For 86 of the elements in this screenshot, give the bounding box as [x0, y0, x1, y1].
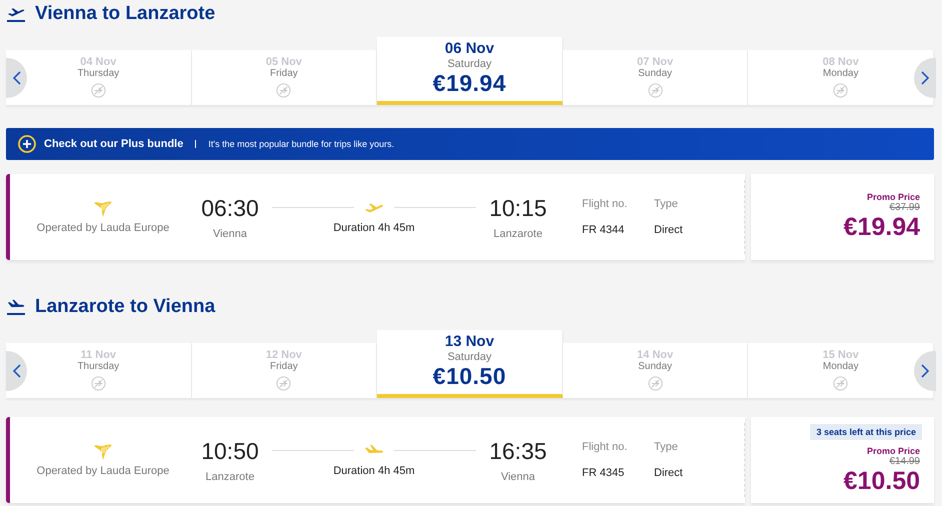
date-tab[interactable]: 15 Nov Monday [748, 343, 934, 398]
plane-icon [364, 200, 384, 214]
flight-price: €10.50 [844, 467, 920, 496]
banner-text: It's the most popular bundle for trips like yours. [208, 139, 394, 149]
no-flight-icon [90, 83, 106, 98]
price-panel[interactable]: Promo Price €37.99 €19.94 [751, 174, 934, 260]
seats-left-badge: 3 seats left at this price [810, 424, 922, 440]
date-tab[interactable]: 08 Nov Monday [748, 50, 934, 105]
no-flight-icon [833, 376, 848, 391]
no-flight-icon [90, 376, 106, 391]
fare-price: €10.50 [432, 363, 506, 390]
flight-price: €19.94 [844, 213, 920, 242]
harp-logo-icon [93, 443, 113, 461]
promo-label: Promo Price [866, 446, 920, 456]
weekday-label: Thursday [77, 361, 120, 372]
arrival-city: Vienna [500, 470, 536, 482]
no-flight-icon [276, 83, 292, 98]
date-tab[interactable]: 07 Nov Sunday [562, 50, 748, 105]
operator-label: Operated by Lauda Europe [36, 222, 170, 234]
chevron-left-icon [12, 71, 20, 85]
promo-label: Promo Price [866, 192, 920, 202]
arrival-time: 10:15 [489, 194, 547, 222]
date-label: 05 Nov [266, 56, 302, 68]
fare-price: €19.94 [432, 70, 506, 97]
flight-number: FR 4344 [582, 224, 626, 236]
departure-time: 06:30 [201, 194, 259, 222]
flight-number-label: Flight no. [582, 198, 628, 210]
weekday-label: Friday [270, 68, 298, 79]
weekday-label: Sunday [638, 361, 672, 372]
bundle-banner[interactable]: Check out our Plus bundle It's the most popular bundle for trips like yours. [6, 128, 934, 160]
old-price: €14.99 [889, 456, 920, 467]
date-tab[interactable]: 05 Nov Friday [192, 50, 378, 105]
weekday-label: Sunday [638, 68, 672, 79]
departure-city: Lanzarote [206, 470, 254, 482]
duration-label: Duration 4h 45m [333, 222, 415, 234]
date-tab[interactable]: 06 Nov Saturday €19.94 [377, 37, 563, 105]
date-label: 07 Nov [637, 56, 674, 68]
no-flight-icon [276, 376, 292, 391]
date-label: 11 Nov [80, 349, 116, 361]
flight-type: Direct [654, 467, 684, 479]
date-label: 14 Nov [637, 349, 674, 361]
chevron-right-icon [921, 71, 929, 85]
flight-number: FR 4345 [582, 467, 626, 479]
date-tab[interactable]: 14 Nov Sunday [562, 343, 748, 398]
operator-label: Operated by Lauda Europe [36, 465, 170, 477]
departure-city: Vienna [212, 228, 248, 240]
weekday-label: Saturday [447, 58, 492, 70]
date-label: 15 Nov [822, 349, 859, 361]
price-panel[interactable]: 3 seats left at this price Promo Price €14.99 €10.50 [751, 417, 934, 503]
date-label: 06 Nov [444, 40, 494, 57]
weekday-label: Thursday [77, 68, 120, 79]
no-flight-icon [648, 376, 663, 391]
banner-title: Check out our Plus bundle [44, 138, 184, 150]
chevron-right-icon [921, 364, 929, 378]
plane-icon [7, 6, 25, 22]
date-label: 04 Nov [80, 56, 116, 68]
date-tab[interactable]: 12 Nov Friday [192, 343, 378, 398]
date-label: 13 Nov [444, 333, 494, 350]
chevron-left-icon [12, 364, 20, 378]
type-label: Type [654, 198, 679, 210]
no-flight-icon [648, 83, 663, 98]
date-tab[interactable]: 04 Nov Thursday [6, 50, 192, 105]
duration-label: Duration 4h 45m [333, 464, 415, 476]
plus-icon [18, 135, 36, 153]
date-tab[interactable]: 11 Nov Thursday [6, 343, 192, 398]
old-price: €37.99 [889, 202, 920, 213]
departure-time: 10:50 [201, 438, 259, 464]
plane-icon [7, 299, 25, 315]
flight-type: Direct [654, 224, 684, 236]
weekday-label: Saturday [447, 351, 492, 363]
date-tab[interactable]: 13 Nov Saturday €10.50 [377, 330, 563, 398]
arrival-city: Lanzarote [494, 228, 542, 240]
flight-card[interactable]: Operated by Lauda Europe 10:50 Lanzarote Duration 4h 45m 16:35 Vienna Flight no. FR 4345 Type Direct [6, 417, 745, 503]
type-label: Type [654, 441, 679, 453]
weekday-label: Monday [822, 361, 858, 372]
section-title: Vienna to Lanzarote [35, 3, 216, 25]
weekday-label: Monday [822, 68, 858, 79]
section-title: Lanzarote to Vienna [35, 296, 216, 318]
harp-logo-icon [93, 200, 113, 218]
date-label: 12 Nov [266, 349, 302, 361]
flight-number-label: Flight no. [582, 441, 628, 453]
flight-card[interactable]: Operated by Lauda Europe 06:30 Vienna Duration 4h 45m 10:15 Lanzarote Flight no. FR 4344 Type Direct [6, 174, 745, 260]
no-flight-icon [833, 83, 848, 98]
weekday-label: Friday [270, 361, 298, 372]
arrival-time: 16:35 [489, 438, 547, 464]
date-label: 08 Nov [822, 56, 859, 68]
